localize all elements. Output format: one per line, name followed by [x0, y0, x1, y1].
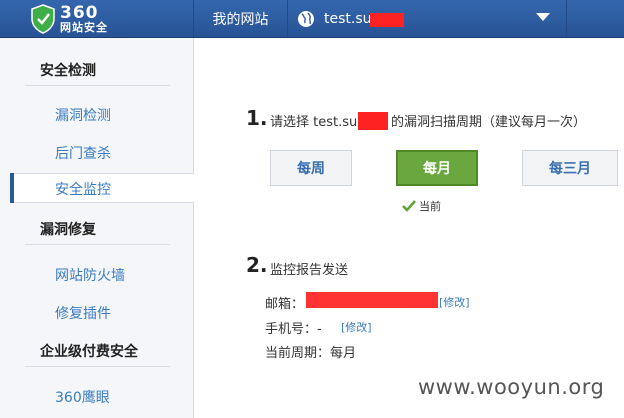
- sidebar-item-firewall[interactable]: 网站防火墙: [55, 265, 125, 285]
- phone-modify-link[interactable]: [修改]: [341, 321, 372, 334]
- check-icon: [402, 200, 416, 212]
- sidebar-divider: [25, 244, 170, 245]
- sidebar-item-security-monitor[interactable]: 安全监控: [55, 179, 111, 199]
- sidebar-item-backdoor-scan[interactable]: 后门查杀: [55, 143, 111, 163]
- phone-modify-wrapper: [修改]: [341, 319, 372, 335]
- monthly-option-button[interactable]: 每月: [396, 150, 478, 186]
- phone-row: 手机号：-: [265, 318, 322, 337]
- phone-label: 手机号：-: [265, 322, 322, 337]
- sidebar-item-vuln-scan[interactable]: 漏洞检测: [55, 105, 111, 125]
- globe-icon: [298, 10, 314, 27]
- email-row: 邮箱：: [265, 293, 304, 312]
- sidebar-divider: [25, 366, 170, 367]
- topbar-divider: [566, 0, 624, 37]
- sidebar-group-security-check: 安全检测: [40, 63, 96, 79]
- step-number: 2.: [246, 253, 268, 277]
- logo-number: 360: [60, 2, 99, 23]
- shield-logo-icon: [31, 3, 55, 34]
- sidebar: [0, 38, 194, 418]
- step-number: 1.: [246, 106, 268, 130]
- chevron-down-icon[interactable]: [536, 13, 550, 21]
- redacted-email-value: [306, 292, 438, 308]
- current-selection-indicator: 当前: [402, 198, 441, 214]
- scan-period-instruction: 请选择 test.su .net 的漏洞扫描周期（建议每月一次）: [270, 115, 586, 130]
- redaction-mark: [358, 112, 388, 130]
- active-indicator: [10, 173, 14, 203]
- top-navigation-bar: 360 网站安全 我的网站 test.su .net: [0, 0, 624, 38]
- logo-text: 360 网站安全: [60, 2, 108, 34]
- logo-subtitle: 网站安全: [60, 20, 108, 34]
- email-modify-link[interactable]: [修改]: [439, 296, 470, 309]
- sidebar-item-360-eagle-eye[interactable]: 360鹰眼: [55, 387, 110, 407]
- site-selector-dropdown[interactable]: test.su .net: [287, 0, 565, 37]
- redaction-mark: [370, 12, 404, 27]
- sidebar-divider: [25, 85, 170, 86]
- email-modify-wrapper: [修改]: [439, 294, 470, 310]
- weekly-option-button[interactable]: 每周: [270, 150, 352, 186]
- current-period-text: 当前周期：每月: [265, 346, 357, 361]
- current-label: 当前: [419, 200, 441, 213]
- site-domain-text: test.su .net: [324, 10, 404, 27]
- my-sites-nav[interactable]: 我的网站: [193, 0, 288, 37]
- sidebar-group-enterprise: 企业级付费安全: [40, 344, 138, 360]
- email-label: 邮箱：: [265, 297, 305, 312]
- report-delivery-title: 监控报告发送: [270, 263, 349, 278]
- quarterly-option-button[interactable]: 每三月: [522, 150, 618, 186]
- watermark-text: www.wooyun.org: [418, 375, 605, 399]
- sidebar-item-repair-plugin[interactable]: 修复插件: [55, 303, 111, 323]
- logo[interactable]: 360 网站安全: [0, 0, 193, 37]
- sidebar-group-vuln-repair: 漏洞修复: [40, 222, 96, 238]
